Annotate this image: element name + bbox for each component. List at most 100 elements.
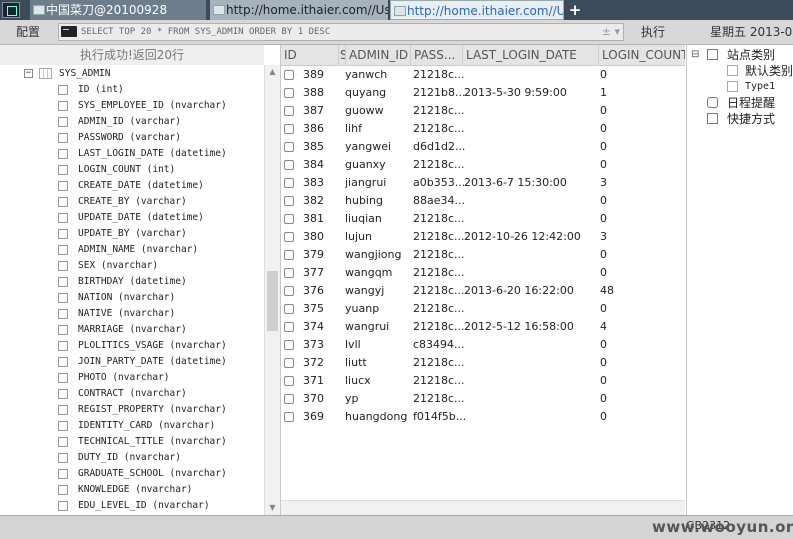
scroll-down-icon[interactable]: ▼: [265, 501, 280, 515]
table-row[interactable]: 375 yuanp 21218c... 0: [281, 300, 685, 318]
sql-history-dropdown[interactable]: ± ▾: [602, 24, 620, 40]
column-node[interactable]: EDU_LEVEL_ID (nvarchar): [58, 498, 227, 514]
run-button[interactable]: 执行: [628, 22, 678, 42]
cell-login-count: 0: [600, 356, 607, 369]
column-node[interactable]: KNOWLEDGE (nvarchar): [58, 482, 227, 498]
column-node[interactable]: UPDATE_DATE (datetime): [58, 210, 227, 226]
column-node[interactable]: DUTY_ID (nvarchar): [58, 450, 227, 466]
row-select-checkbox[interactable]: [284, 358, 294, 368]
column-node[interactable]: JOIN_PARTY_DATE (datetime): [58, 354, 227, 370]
tab-site-2-active[interactable]: http://home.ithaier.com//Use...: [390, 0, 564, 20]
header-s[interactable]: S: [339, 45, 346, 65]
collapse-icon[interactable]: ⊟: [691, 47, 699, 63]
header-login-count[interactable]: LOGIN_COUNT: [599, 45, 685, 65]
row-select-checkbox[interactable]: [284, 142, 294, 152]
row-select-checkbox[interactable]: [284, 376, 294, 386]
table-row[interactable]: 380 lujun 21218c... 2012-10-26 12:42:00 3: [281, 228, 685, 246]
column-node[interactable]: NATION (nvarchar): [58, 290, 227, 306]
table-row[interactable]: 383 jiangrui a0b353... 2013-6-7 15:30:00 3: [281, 174, 685, 192]
table-row[interactable]: 379 wangjiong 21218c... 0: [281, 246, 685, 264]
cell-last-login-date: 2012-10-26 12:42:00: [464, 230, 581, 243]
column-node[interactable]: GRADUATE_SCHOOL (nvarchar): [58, 466, 227, 482]
row-select-checkbox[interactable]: [284, 196, 294, 206]
app-icon[interactable]: [2, 2, 20, 18]
cell-login-count: 0: [600, 266, 607, 279]
header-admin-id[interactable]: ADMIN_ID: [346, 45, 411, 65]
scroll-thumb[interactable]: [267, 271, 278, 331]
table-row[interactable]: 381 liuqian 21218c... 0: [281, 210, 685, 228]
table-row[interactable]: 373 lvll c83494... 0: [281, 336, 685, 354]
row-select-checkbox[interactable]: [284, 250, 294, 260]
row-select-checkbox[interactable]: [284, 106, 294, 116]
column-node[interactable]: CREATE_BY (varchar): [58, 194, 227, 210]
header-password[interactable]: PASS...: [411, 45, 463, 65]
sql-query-text: SELECT TOP 20 * FROM SYS_ADMIN ORDER BY …: [81, 27, 331, 37]
column-node[interactable]: UPDATE_BY (varchar): [58, 226, 227, 242]
column-node[interactable]: TECHNICAL_TITLE (nvarchar): [58, 434, 227, 450]
table-row[interactable]: 374 wangrui 21218c... 2012-5-12 16:58:00 4: [281, 318, 685, 336]
column-node[interactable]: REGIST_PROPERTY (nvarchar): [58, 402, 227, 418]
tab-site-1[interactable]: http://home.ithaier.com//Use...: [210, 0, 388, 20]
column-label: SEX (nvarchar): [78, 260, 159, 271]
column-node[interactable]: PHOTO (nvarchar): [58, 370, 227, 386]
column-node[interactable]: IDENTITY_CARD (nvarchar): [58, 418, 227, 434]
row-select-checkbox[interactable]: [284, 412, 294, 422]
table-row[interactable]: 389 yanwch 21218c... 0: [281, 66, 685, 84]
tab-caidao[interactable]: 中国菜刀@20100928: [30, 0, 206, 20]
row-select-checkbox[interactable]: [284, 322, 294, 332]
grid-horizontal-scrollbar[interactable]: [281, 500, 685, 515]
table-row[interactable]: 388 quyang 2121b8... 2013-5-30 9:59:00 1: [281, 84, 685, 102]
column-node[interactable]: ADMIN_ID (varchar): [58, 114, 227, 130]
cell-password: f014f5b...: [413, 410, 467, 423]
column-node[interactable]: BIRTHDAY (datetime): [58, 274, 227, 290]
table-row[interactable]: 377 wangqm 21218c... 0: [281, 264, 685, 282]
column-node[interactable]: SYS_EMPLOYEE_ID (nvarchar): [58, 98, 227, 114]
schema-scrollbar[interactable]: ▲ ▼: [264, 65, 280, 515]
scroll-up-icon[interactable]: ▲: [265, 65, 280, 79]
table-row[interactable]: 386 lihf 21218c... 0: [281, 120, 685, 138]
header-id[interactable]: ID: [281, 45, 339, 65]
new-tab-button[interactable]: +: [568, 0, 582, 20]
row-select-checkbox[interactable]: [284, 304, 294, 314]
table-row[interactable]: 387 guoww 21218c... 0: [281, 102, 685, 120]
column-node[interactable]: LAST_LOGIN_DATE (datetime): [58, 146, 227, 162]
table-row[interactable]: 384 guanxy 21218c... 0: [281, 156, 685, 174]
config-button[interactable]: 配置: [6, 22, 50, 42]
row-select-checkbox[interactable]: [284, 88, 294, 98]
table-row[interactable]: 382 hubing 88ae34... 0: [281, 192, 685, 210]
column-node[interactable]: MARRIAGE (nvarchar): [58, 322, 227, 338]
column-node[interactable]: ID (int): [58, 82, 227, 98]
column-node[interactable]: PASSWORD (varchar): [58, 130, 227, 146]
table-row[interactable]: 376 wangyj 21218c... 2013-6-20 16:22:00 48: [281, 282, 685, 300]
table-row[interactable]: 370 yp 21218c... 0: [281, 390, 685, 408]
row-select-checkbox[interactable]: [284, 340, 294, 350]
column-icon: [58, 501, 68, 511]
sql-query-input[interactable]: SELECT TOP 20 * FROM SYS_ADMIN ORDER BY …: [58, 23, 624, 41]
collapse-icon[interactable]: −: [24, 69, 33, 78]
column-node[interactable]: CONTRACT (nvarchar): [58, 386, 227, 402]
header-last-login-date[interactable]: LAST_LOGIN_DATE: [463, 45, 599, 65]
table-row[interactable]: 371 liucx 21218c... 0: [281, 372, 685, 390]
cell-admin-id: huangdong: [345, 410, 408, 423]
table-row[interactable]: 369 huangdong f014f5b... 0: [281, 408, 685, 426]
row-select-checkbox[interactable]: [284, 160, 294, 170]
cell-password: 2121b8...: [413, 86, 466, 99]
table-row[interactable]: 372 liutt 21218c... 0: [281, 354, 685, 372]
row-select-checkbox[interactable]: [284, 70, 294, 80]
column-node[interactable]: LOGIN_COUNT (int): [58, 162, 227, 178]
row-select-checkbox[interactable]: [284, 232, 294, 242]
column-node[interactable]: CREATE_DATE (datetime): [58, 178, 227, 194]
column-node[interactable]: PLOLITICS_VSAGE (nvarchar): [58, 338, 227, 354]
row-select-checkbox[interactable]: [284, 124, 294, 134]
row-select-checkbox[interactable]: [284, 394, 294, 404]
column-node[interactable]: SEX (nvarchar): [58, 258, 227, 274]
table-row[interactable]: 385 yangwei d6d1d2... 0: [281, 138, 685, 156]
row-select-checkbox[interactable]: [284, 214, 294, 224]
column-node[interactable]: ADMIN_NAME (nvarchar): [58, 242, 227, 258]
row-select-checkbox[interactable]: [284, 268, 294, 278]
sites-category-label: 站点类别: [727, 48, 776, 62]
column-node[interactable]: NATIVE (nvarchar): [58, 306, 227, 322]
shortcuts-label: 快捷方式: [727, 112, 776, 126]
row-select-checkbox[interactable]: [284, 286, 294, 296]
row-select-checkbox[interactable]: [284, 178, 294, 188]
